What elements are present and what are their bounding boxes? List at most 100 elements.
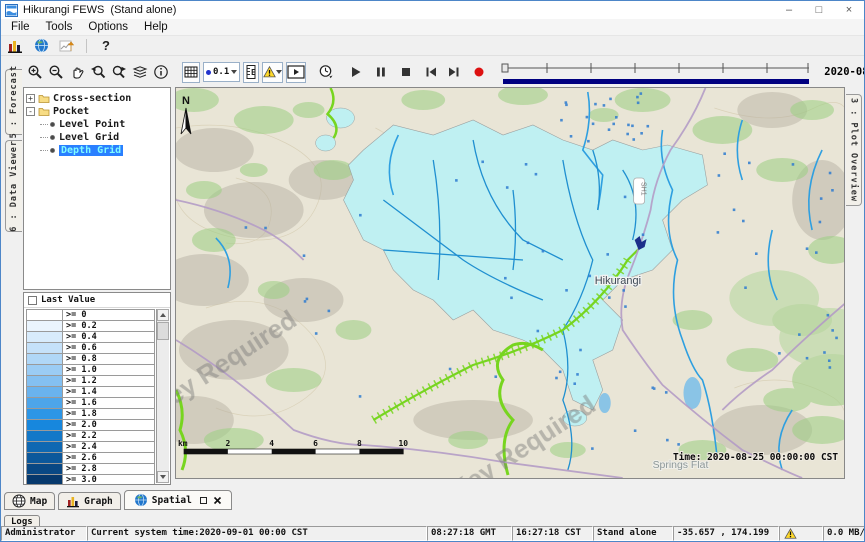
grid-icon	[183, 64, 199, 80]
bar-chart-icon	[7, 38, 23, 54]
town-label: Hikurangi	[595, 275, 641, 287]
layers-tree: + Cross-section - Pocket Level P	[23, 87, 171, 290]
tree-node-depth-grid[interactable]: Depth Grid	[40, 144, 168, 156]
legend-color-swatch	[27, 321, 63, 331]
legend-row: >= 0.6	[27, 343, 154, 354]
scroll-down-button[interactable]	[157, 471, 169, 483]
warning-icon	[263, 64, 276, 80]
zoom-in-button[interactable]	[26, 62, 44, 83]
tree-node-level-point[interactable]: Level Point	[40, 118, 168, 130]
tab-graph[interactable]: Graph	[58, 492, 121, 510]
tree-node-pocket[interactable]: - Pocket	[26, 105, 168, 117]
legend-row: >= 1.6	[27, 398, 154, 409]
skip-to-start-icon	[424, 65, 438, 79]
layer-bullet-icon	[50, 148, 55, 153]
tab-data-viewer[interactable]: 6 : Data Viewer	[5, 140, 22, 232]
svg-text:8: 8	[357, 439, 362, 448]
legend-row: >= 2.8	[27, 464, 154, 475]
legend-scrollbar[interactable]	[156, 309, 169, 483]
stop-button[interactable]	[398, 62, 414, 83]
timeseries-dialog-button[interactable]	[57, 37, 77, 55]
legend-row: >= 2.0	[27, 420, 154, 431]
show-grid-button[interactable]	[182, 62, 200, 83]
legend-row-label: >= 0.6	[63, 343, 154, 353]
layers-button[interactable]	[131, 62, 149, 83]
thresholds-button[interactable]	[262, 62, 283, 83]
go-to-end-button[interactable]	[446, 62, 462, 83]
legend-color-swatch	[27, 475, 63, 484]
help-button[interactable]: ?	[96, 37, 116, 55]
legend-color-swatch	[27, 442, 63, 452]
wire-globe-icon	[12, 494, 26, 508]
grid-classbreak-select[interactable]: 0.1	[203, 62, 240, 82]
collapse-icon[interactable]: -	[26, 107, 35, 116]
zoom-next-button[interactable]	[110, 62, 128, 83]
animation-button[interactable]	[286, 62, 306, 83]
tree-node-level-grid[interactable]: Level Grid	[40, 131, 168, 143]
menu-item[interactable]: Options	[80, 20, 136, 34]
tab-plot-overview[interactable]: 3 : Plot Overview	[846, 94, 862, 206]
legend-row-label: >= 0.8	[63, 354, 154, 364]
status-warning[interactable]	[779, 526, 823, 541]
legend-row-label: >= 1.2	[63, 376, 154, 386]
zoom-previous-button[interactable]	[89, 62, 107, 83]
tree-node-cross-section[interactable]: + Cross-section	[26, 92, 168, 104]
skip-to-end-icon	[447, 65, 461, 79]
legend-table: >= 0 >= 0.2 >= 0.4	[26, 309, 155, 484]
database-viewer-button[interactable]	[5, 37, 25, 55]
scrollbar-thumb[interactable]	[157, 322, 169, 340]
time-slider[interactable]	[500, 61, 815, 84]
close-button[interactable]: ×	[834, 1, 864, 19]
time-slider-handle[interactable]	[502, 64, 508, 72]
clock-icon	[318, 64, 334, 80]
tree-node-label[interactable]: Pocket	[53, 106, 89, 117]
zoom-in-icon	[27, 64, 43, 80]
left-tab-strip: 5 : Forecast 6 : Data Viewer	[1, 57, 22, 489]
legend-row: >= 0	[27, 310, 154, 321]
time-slider-track[interactable]	[500, 61, 812, 74]
tab-forecast[interactable]: 5 : Forecast	[5, 69, 22, 135]
spatial-display-button[interactable]	[31, 37, 51, 55]
tab-graph-label: Graph	[84, 496, 113, 507]
legend-row-label: >= 2.8	[63, 464, 154, 474]
animation-speed-button[interactable]	[317, 62, 335, 83]
scale-ruler-button[interactable]: E	[243, 62, 259, 83]
tree-node-label[interactable]: Level Point	[59, 119, 125, 130]
go-to-start-button[interactable]	[423, 62, 439, 83]
maximize-button[interactable]: □	[804, 1, 834, 19]
info-button[interactable]	[152, 62, 170, 83]
legend-row-label: >= 0.4	[63, 332, 154, 342]
globe-icon	[134, 493, 148, 507]
legend-row-label: >= 1.4	[63, 387, 154, 397]
detach-tab-icon[interactable]	[200, 497, 207, 504]
tab-map[interactable]: Map	[4, 492, 55, 510]
bar-chart-icon	[66, 494, 80, 508]
tab-spatial[interactable]: Spatial	[124, 490, 232, 510]
tab-map-label: Map	[30, 496, 47, 507]
tree-node-label[interactable]: Cross-section	[53, 93, 131, 104]
legend-row-label: >= 1.8	[63, 409, 154, 419]
menu-item[interactable]: File	[3, 20, 38, 34]
menu-bar: FileToolsOptionsHelp	[1, 19, 864, 36]
tree-node-label-selected[interactable]: Depth Grid	[59, 145, 123, 156]
expand-icon[interactable]: +	[26, 94, 35, 103]
status-network-speed: 0.0 MB/s	[823, 526, 865, 541]
bottom-tab-bar: Map Graph Spatial	[1, 489, 864, 510]
toolbar-separator	[86, 39, 87, 53]
status-gmt-time: 08:27:18 GMT	[427, 526, 512, 541]
menu-item[interactable]: Tools	[38, 20, 81, 34]
legend-color-swatch	[27, 409, 63, 419]
pause-button[interactable]	[373, 62, 389, 83]
map-canvas[interactable]: SH1 API Key Required API Key Required Hi…	[175, 87, 845, 479]
last-value-checkbox[interactable]	[28, 296, 37, 305]
main-toolbar: ?	[1, 36, 864, 56]
close-tab-icon[interactable]	[213, 496, 222, 505]
menu-item[interactable]: Help	[136, 20, 176, 34]
record-button[interactable]	[471, 62, 487, 83]
pan-button[interactable]	[68, 62, 86, 83]
zoom-out-button[interactable]	[47, 62, 65, 83]
scroll-up-button[interactable]	[157, 309, 169, 321]
minimize-button[interactable]: –	[774, 1, 804, 19]
play-button[interactable]	[348, 62, 364, 83]
tree-node-label[interactable]: Level Grid	[59, 132, 119, 143]
